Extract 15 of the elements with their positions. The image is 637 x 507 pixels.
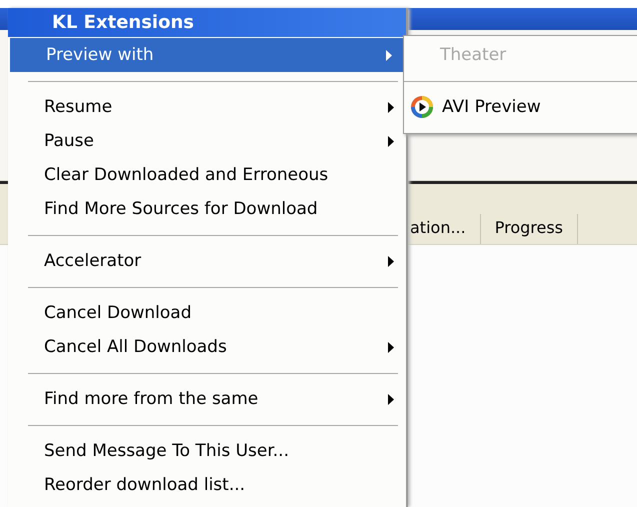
menu-item[interactable]: Cancel All Downloads [8,330,406,364]
column-header[interactable]: Progress [480,214,578,244]
menu-item[interactable]: AVI Preview [404,88,637,126]
menu-item[interactable]: Preview with [10,38,404,72]
menu-item[interactable]: Find more from the same [8,382,406,416]
menu-item[interactable]: Reorder download list... [8,468,406,502]
menu-item[interactable]: Find More Sources for Download [8,192,406,226]
menu-item[interactable]: Clear Downloaded and Erroneous [8,158,406,192]
menu-item[interactable]: Send Message To This User... [8,434,406,468]
play-icon [410,95,434,119]
menu-item[interactable]: Resume [8,90,406,124]
menu-item[interactable]: Accelerator [8,244,406,278]
menu-title: KL Extensions [8,8,406,37]
menu-item[interactable]: Pause [8,124,406,158]
menu-item[interactable]: Cancel Download [8,296,406,330]
